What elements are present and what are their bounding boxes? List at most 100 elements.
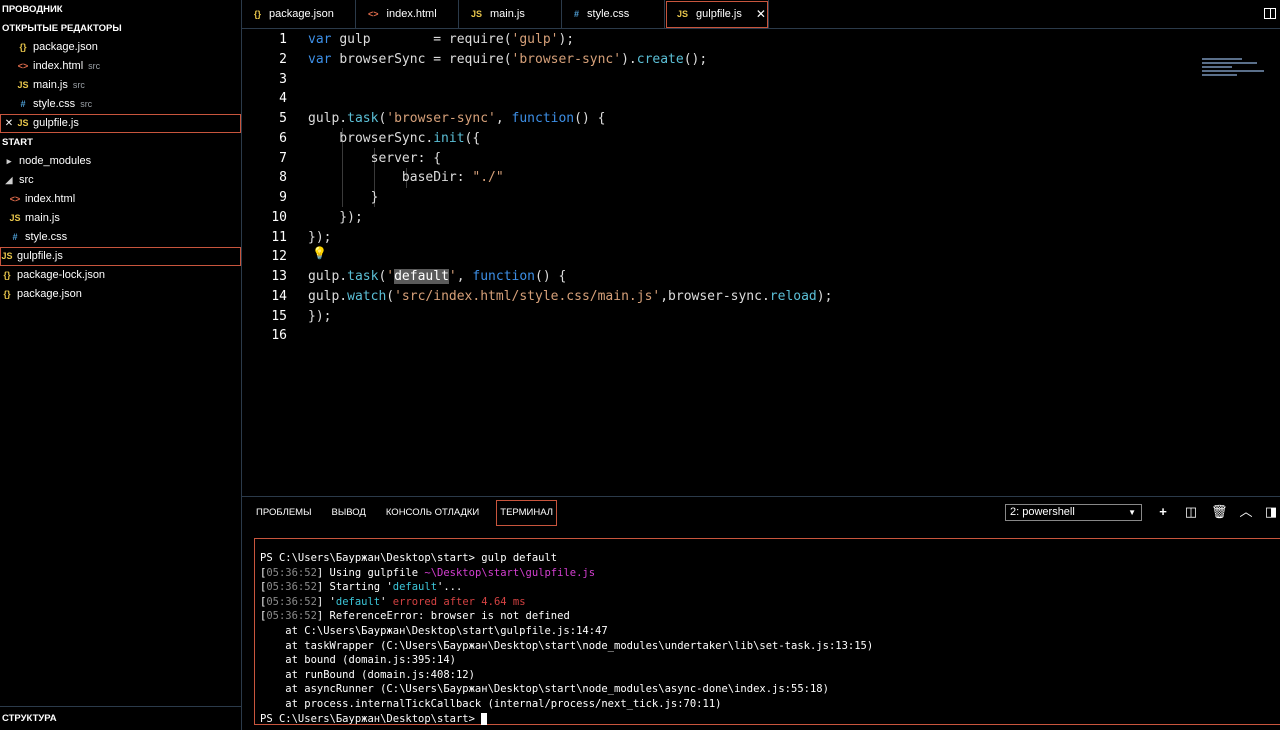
- code-token: ,browser-sync.: [660, 288, 770, 304]
- open-editors-header[interactable]: ОТКРЫТЫЕ РЕДАКТОРЫ: [0, 19, 241, 38]
- code-token: ({: [464, 130, 481, 146]
- code-text: });: [308, 307, 331, 327]
- line-number: 13: [271, 269, 287, 284]
- tree-item-name: package.json: [17, 288, 82, 300]
- tree-item-name: package-lock.json: [17, 269, 106, 281]
- code-token: 'browser-sync': [511, 51, 622, 67]
- terminal-text: PS C:\Users\Бауржан\Desktop\start> gulp …: [260, 552, 558, 564]
- tree-item-name: src: [19, 174, 34, 186]
- split-editor-icon[interactable]: [1264, 8, 1276, 19]
- code-token: 'gulp': [511, 32, 559, 47]
- tab-package-json[interactable]: {} package.json: [242, 0, 356, 29]
- open-editor-item[interactable]: JS main.js src: [0, 76, 241, 95]
- terminal-line: PS C:\Users\Бауржан\Desktop\start> gulp …: [260, 551, 1280, 566]
- split-terminal-icon[interactable]: ◫: [1184, 505, 1198, 519]
- terminal-text: at process.internalTickCallback (interna…: [260, 697, 722, 710]
- line-number: 11: [271, 229, 287, 245]
- code-token: default: [394, 269, 449, 284]
- code-text: gulp.task('browser-sync', function() {: [308, 109, 605, 129]
- code-line: 9 }: [242, 188, 1142, 208]
- tree-item[interactable]: ▸ node_modules: [0, 152, 241, 171]
- open-editor-name: gulpfile.js: [33, 117, 79, 129]
- line-number: 5: [279, 111, 287, 126]
- json-file-icon: {}: [3, 270, 11, 280]
- trash-icon[interactable]: 🗑: [1211, 505, 1228, 519]
- code-token: baseDir:: [308, 170, 473, 186]
- tree-item[interactable]: # style.css: [0, 228, 241, 247]
- terminal-text: at C:\Users\Бауржан\Desktop\start\gulpfi…: [260, 624, 608, 637]
- tree-item[interactable]: <> index.html: [0, 190, 241, 209]
- code-line: 2 var browserSync = require('browser-sync…: [242, 50, 1142, 70]
- terminal-line: at taskWrapper (C:\Users\Бауржан\Desktop…: [260, 639, 1280, 654]
- new-terminal-icon[interactable]: +: [1156, 505, 1170, 519]
- terminal-text: ] Using gulpfile: [316, 566, 425, 579]
- line-number: 16: [271, 328, 287, 344]
- code-text: });: [308, 208, 363, 228]
- css-file-icon: #: [574, 9, 580, 19]
- code-token: }: [308, 190, 379, 205]
- close-icon[interactable]: ✕: [756, 0, 766, 29]
- line-number: 6: [279, 130, 287, 146]
- outline-header[interactable]: СТРУКТУРА: [0, 706, 241, 730]
- code-token: init: [433, 130, 465, 146]
- tree-item[interactable]: JS main.js: [0, 209, 241, 228]
- panel-tab[interactable]: ПРОБЛЕМЫ: [254, 501, 313, 525]
- js-file-icon: JS: [17, 118, 29, 128]
- tab-index-html[interactable]: <> index.html: [356, 0, 459, 29]
- code-token: ,: [495, 111, 512, 126]
- panel-tab[interactable]: ВЫВОД: [329, 501, 367, 525]
- terminal-line: at asyncRunner (C:\Users\Бауржан\Desktop…: [260, 682, 1280, 697]
- tree-item[interactable]: {} package-lock.json: [0, 266, 241, 285]
- code-token: "./": [472, 170, 504, 186]
- js-file-icon: JS: [471, 9, 483, 19]
- tab-style-css[interactable]: # style.css: [562, 0, 665, 29]
- code-text: browserSync.init({: [308, 129, 480, 149]
- code-line: 15});: [242, 307, 1142, 327]
- panel-tab[interactable]: КОНСОЛЬ ОТЛАДКИ: [384, 501, 481, 525]
- terminal-line: [05:36:52] Starting 'default'...: [260, 580, 1280, 595]
- folder-header-start[interactable]: START: [0, 133, 241, 152]
- tab-main-js[interactable]: JS main.js: [459, 0, 562, 29]
- code-token: function: [511, 111, 575, 126]
- chevron-down-icon: ▼: [1128, 508, 1136, 517]
- terminal-text: 05:36:52: [266, 610, 317, 623]
- tab-label: index.html: [386, 8, 437, 20]
- code-line: 13 gulp.task('default', function() {: [242, 267, 1142, 287]
- code-text: var browserSync = require('browser-sync'…: [308, 50, 707, 70]
- code-token: );: [816, 288, 833, 304]
- explorer-sidebar: ПРОВОДНИК ОТКРЫТЫЕ РЕДАКТОРЫ {} package.j…: [0, 0, 242, 730]
- shell-select-value: 2: powershell: [1010, 506, 1075, 518]
- terminal-text: 05:36:52: [266, 581, 317, 594]
- bottom-panel: ПРОБЛЕМЫ ВЫВОД КОНСОЛЬ ОТЛАДКИ ТЕРМИНАЛ 2: …: [242, 496, 1280, 730]
- code-token: reload: [769, 288, 817, 304]
- html-file-icon: <>: [9, 194, 21, 204]
- code-text: var gulp = require('gulp');: [308, 30, 574, 50]
- open-editor-item[interactable]: ✕ JS gulpfile.js: [0, 114, 241, 133]
- code-editor[interactable]: 💡 1 var gulp = require('gulp'); 2 var brows…: [242, 30, 1280, 496]
- terminal-line: [05:36:52] ReferenceError: browser is no…: [260, 609, 1280, 624]
- tree-item[interactable]: JS gulpfile.js: [0, 247, 241, 266]
- line-number: 9: [279, 190, 287, 205]
- open-editor-item[interactable]: {} package.json: [0, 38, 241, 57]
- tree-item[interactable]: ◢ src: [0, 171, 241, 190]
- minimap[interactable]: [1202, 58, 1270, 88]
- close-icon[interactable]: ✕: [2, 114, 16, 133]
- chevron-down-icon: ◢: [5, 175, 13, 185]
- tab-gulpfile-js[interactable]: JS gulpfile.js ✕: [665, 0, 769, 29]
- chevron-up-icon[interactable]: ︿: [1239, 505, 1253, 519]
- code-token: ': [448, 269, 457, 284]
- open-editor-name: package.json: [33, 41, 98, 53]
- terminal-text: at taskWrapper (C:\Users\Бауржан\Desktop…: [260, 639, 874, 652]
- file-tree: ▸ node_modules ◢ src <> index.html JS main.js # s…: [0, 152, 241, 304]
- code-token: browserSync.: [308, 130, 434, 146]
- open-editor-item[interactable]: # style.css src: [0, 95, 241, 114]
- terminal-shell-select[interactable]: 2: powershell ▼: [1005, 504, 1142, 521]
- panel-tab[interactable]: ТЕРМИНАЛ: [496, 500, 558, 526]
- editor-tab-bar: {} package.json <> index.html JS main.js # styl…: [242, 0, 1280, 29]
- terminal-output[interactable]: PS C:\Users\Бауржан\Desktop\start> gulp …: [254, 538, 1280, 725]
- panel-layout-icon[interactable]: ◨: [1264, 505, 1278, 519]
- open-editor-item[interactable]: <> index.html src: [0, 57, 241, 76]
- code-token: create: [636, 51, 684, 67]
- tree-item[interactable]: {} package.json: [0, 285, 241, 304]
- code-token: server: {: [308, 150, 442, 166]
